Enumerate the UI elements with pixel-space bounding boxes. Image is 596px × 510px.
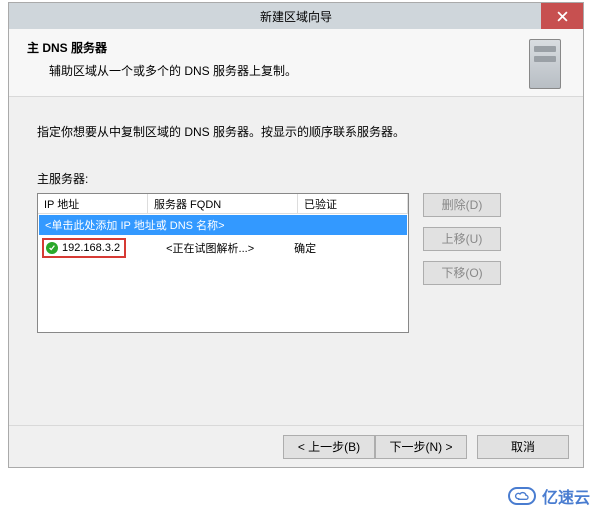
delete-button[interactable]: 删除(D): [423, 193, 501, 217]
wizard-body: 指定你想要从中复制区域的 DNS 服务器。按显示的顺序联系服务器。 主服务器: …: [9, 97, 583, 333]
titlebar[interactable]: 新建区域向导: [9, 3, 583, 29]
server-validated: 确定: [294, 240, 316, 256]
master-servers-label: 主服务器:: [37, 170, 555, 187]
move-up-button[interactable]: 上移(U): [423, 227, 501, 251]
col-fqdn[interactable]: 服务器 FQDN: [148, 194, 298, 213]
back-button[interactable]: < 上一步(B): [283, 435, 375, 459]
list-header: IP 地址 服务器 FQDN 已验证: [38, 194, 408, 214]
cancel-button[interactable]: 取消: [477, 435, 569, 459]
move-down-button[interactable]: 下移(O): [423, 261, 501, 285]
ip-highlight: 192.168.3.2: [42, 238, 126, 258]
watermark-text: 亿速云: [542, 484, 590, 508]
instruction-text: 指定你想要从中复制区域的 DNS 服务器。按显示的顺序联系服务器。: [37, 123, 555, 140]
watermark: 亿速云: [508, 484, 590, 508]
window-title: 新建区域向导: [9, 8, 583, 25]
watermark-cloud-icon: [508, 487, 536, 505]
wizard-footer: < 上一步(B) 下一步(N) > 取消: [9, 425, 583, 467]
close-icon: [557, 11, 568, 22]
status-ok-icon: [46, 242, 58, 254]
wizard-header: 主 DNS 服务器 辅助区域从一个或多个的 DNS 服务器上复制。: [9, 29, 583, 97]
server-icon: [529, 39, 561, 89]
col-ip[interactable]: IP 地址: [38, 194, 148, 213]
server-fqdn: <正在试图解析...>: [166, 240, 254, 256]
wizard-window: 新建区域向导 主 DNS 服务器 辅助区域从一个或多个的 DNS 服务器上复制。…: [8, 2, 584, 468]
master-servers-list[interactable]: IP 地址 服务器 FQDN 已验证 <单击此处添加 IP 地址或 DNS 名称…: [37, 193, 409, 333]
page-heading: 主 DNS 服务器: [27, 39, 565, 56]
list-buttons: 删除(D) 上移(U) 下移(O): [423, 193, 501, 333]
server-row[interactable]: 192.168.3.2 <正在试图解析...> 确定: [38, 237, 408, 259]
page-subtext: 辅助区域从一个或多个的 DNS 服务器上复制。: [49, 62, 565, 79]
col-validated[interactable]: 已验证: [298, 194, 408, 213]
close-button[interactable]: [541, 3, 583, 29]
server-ip: 192.168.3.2: [62, 242, 120, 254]
add-server-hint[interactable]: <单击此处添加 IP 地址或 DNS 名称>: [39, 215, 407, 235]
next-button[interactable]: 下一步(N) >: [375, 435, 467, 459]
